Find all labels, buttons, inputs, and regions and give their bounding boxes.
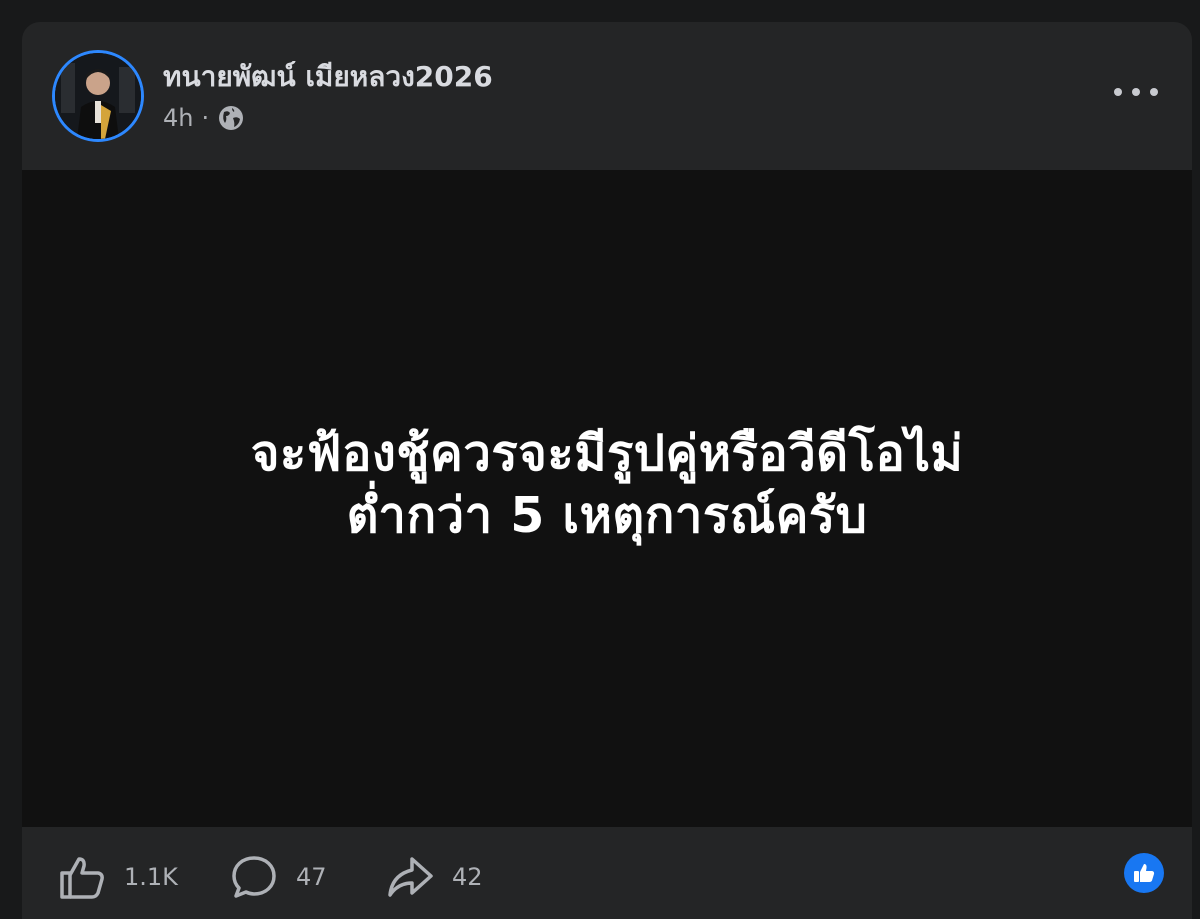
globe-icon: [219, 106, 244, 130]
post-text-line: จะฟ้องชู้ควรจะมีรูปคู่หรือวีดีโอไม่: [250, 425, 964, 482]
comment-button[interactable]: 47: [230, 853, 327, 901]
post-image[interactable]: จะฟ้องชู้ควรจะมีรูปคู่หรือวีดีโอไม่ ต่ำก…: [22, 170, 1192, 827]
more-dot-icon: [1150, 88, 1158, 96]
post-text: จะฟ้องชู้ควรจะมีรูปคู่หรือวีดีโอไม่ ต่ำก…: [22, 423, 1192, 547]
more-dot-icon: [1132, 88, 1140, 96]
share-button[interactable]: 42: [386, 853, 483, 901]
thumbs-up-icon: [1134, 864, 1155, 882]
more-dot-icon: [1114, 88, 1122, 96]
comment-count: 47: [296, 863, 327, 891]
author-avatar[interactable]: [52, 50, 144, 142]
share-count: 42: [452, 863, 483, 891]
thumbs-up-icon: [60, 857, 104, 899]
post-meta: 4h ·: [163, 104, 245, 132]
meta-separator: ·: [201, 104, 210, 132]
author-name[interactable]: ทนายพัฒน์ เมียหลวง2026: [163, 55, 493, 99]
like-reaction-icon[interactable]: [1124, 853, 1164, 893]
share-arrow-icon: [388, 857, 433, 897]
more-options-button[interactable]: [1114, 78, 1158, 106]
like-count: 1.1K: [124, 863, 178, 891]
like-button[interactable]: 1.1K: [58, 853, 178, 901]
post-actions: 1.1K 47 42: [22, 827, 1192, 919]
post-card: ทนายพัฒน์ เมียหลวง2026 4h · จะฟ้องชู้ควร…: [22, 22, 1192, 919]
post-header: ทนายพัฒน์ เมียหลวง2026 4h ·: [22, 22, 1192, 170]
post-text-line: ต่ำกว่า 5 เหตุการณ์ครับ: [346, 487, 868, 544]
comment-bubble-icon: [232, 856, 276, 898]
post-timestamp[interactable]: 4h: [163, 104, 193, 132]
